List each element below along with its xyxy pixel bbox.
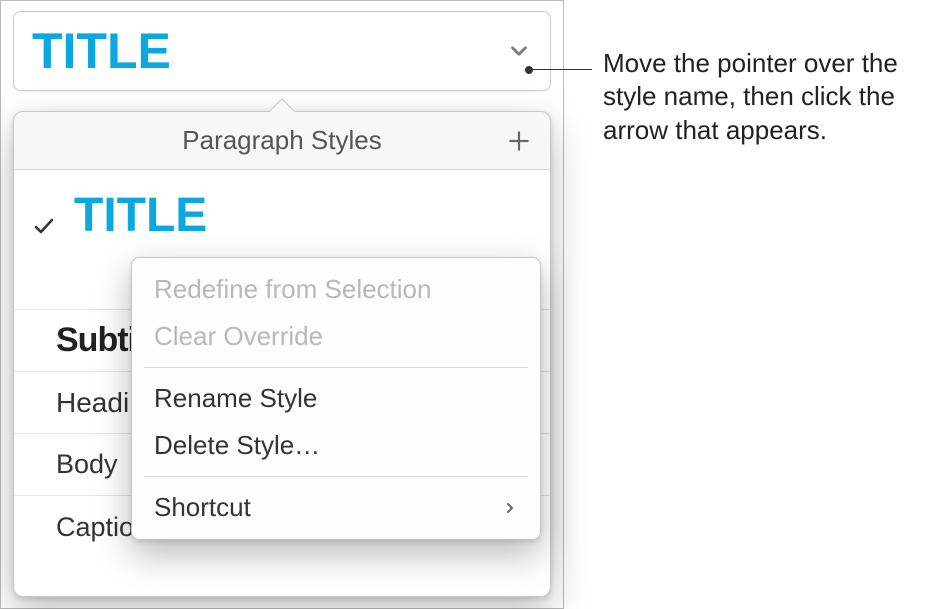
menu-delete-label: Delete Style… bbox=[154, 430, 320, 461]
check-icon bbox=[32, 214, 56, 245]
style-selector-button[interactable]: TITLE bbox=[13, 11, 551, 91]
add-style-button[interactable] bbox=[502, 124, 536, 158]
menu-clear-override: Clear Override bbox=[132, 313, 540, 360]
popover-title: Paragraph Styles bbox=[182, 125, 381, 156]
callout-text: Move the pointer over the style name, th… bbox=[603, 47, 941, 147]
panel-container: TITLE Paragraph Styles TITLE Subtitle bbox=[0, 0, 564, 609]
style-context-menu: Redefine from Selection Clear Override R… bbox=[131, 257, 541, 540]
callout-leader-line bbox=[529, 69, 592, 70]
menu-rename-label: Rename Style bbox=[154, 383, 317, 414]
menu-shortcut-label: Shortcut bbox=[154, 492, 251, 523]
style-title-label: TITLE bbox=[74, 192, 207, 240]
menu-separator bbox=[144, 476, 528, 477]
menu-separator bbox=[144, 367, 528, 368]
menu-rename-style[interactable]: Rename Style bbox=[132, 375, 540, 422]
menu-delete-style[interactable]: Delete Style… bbox=[132, 422, 540, 469]
popover-header: Paragraph Styles bbox=[14, 112, 550, 170]
menu-redefine-label: Redefine from Selection bbox=[154, 274, 431, 305]
menu-clear-override-label: Clear Override bbox=[154, 321, 323, 352]
current-style-label: TITLE bbox=[32, 26, 171, 76]
chevron-down-icon[interactable] bbox=[506, 38, 532, 64]
chevron-right-icon bbox=[502, 492, 518, 523]
menu-redefine-from-selection: Redefine from Selection bbox=[132, 266, 540, 313]
menu-shortcut[interactable]: Shortcut bbox=[132, 484, 540, 531]
style-body-label: Body bbox=[56, 449, 118, 480]
